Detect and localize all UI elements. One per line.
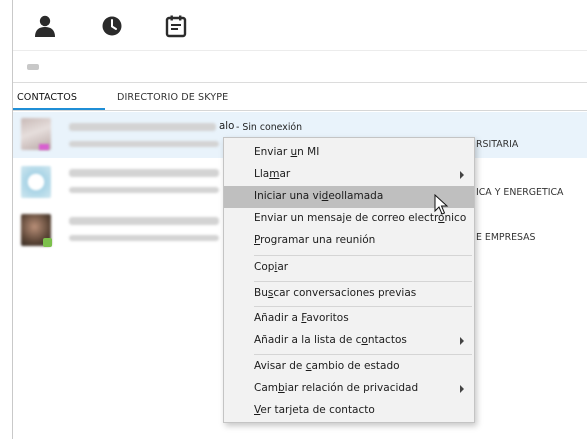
menu-item-schedule-meeting[interactable]: Programar una reunión	[224, 230, 474, 252]
active-tab-underline	[13, 108, 105, 110]
submenu-arrow-icon	[460, 171, 464, 179]
menu-item-change-privacy-relationship[interactable]: Cambiar relación de privacidad	[224, 378, 474, 400]
person-icon[interactable]	[32, 13, 58, 39]
contacts-tabs: CONTACTOS DIRECTORIO DE SKYPE	[13, 88, 587, 111]
menu-item-call[interactable]: Llamar	[224, 164, 474, 186]
presence-status-indicator	[43, 238, 52, 247]
tab-contacts[interactable]: CONTACTOS	[17, 92, 77, 103]
contact-mood-suffix: ICA Y ENERGETICA	[476, 187, 564, 198]
search-placeholder-redacted	[27, 64, 39, 70]
contact-name-suffix: alo	[219, 121, 235, 132]
menu-separator	[254, 306, 472, 307]
contact-status-text: - Sin conexión	[236, 122, 303, 133]
menu-separator	[254, 354, 472, 355]
presence-status-indicator	[39, 144, 49, 150]
contact-name-redacted	[69, 169, 219, 177]
top-navigation-bar	[13, 0, 587, 51]
contact-mood-redacted	[69, 235, 219, 241]
menu-item-status-change-alert[interactable]: Avisar de cambio de estado	[224, 356, 474, 378]
contact-mood-redacted	[69, 187, 219, 193]
menu-item-send-im[interactable]: Enviar un MI	[224, 142, 474, 164]
menu-item-copy[interactable]: Copiar	[224, 257, 474, 279]
contact-name-redacted	[69, 123, 216, 131]
contact-context-menu: Enviar un MI Llamar Iniciar una videolla…	[223, 137, 475, 423]
contact-name-redacted	[69, 217, 219, 225]
calendar-icon[interactable]	[163, 13, 189, 39]
submenu-arrow-icon	[460, 385, 464, 393]
contact-mood-suffix: RSITARIA	[476, 139, 519, 150]
contact-mood-suffix: E EMPRESAS	[476, 232, 536, 243]
avatar	[21, 166, 51, 198]
search-row[interactable]	[13, 52, 587, 83]
tab-skype-directory[interactable]: DIRECTORIO DE SKYPE	[117, 92, 228, 103]
submenu-arrow-icon	[460, 337, 464, 345]
contact-mood-redacted	[69, 141, 219, 147]
menu-separator	[254, 281, 472, 282]
menu-item-view-contact-card[interactable]: Ver tarjeta de contacto	[224, 400, 474, 422]
menu-separator	[254, 255, 472, 256]
mouse-pointer-icon	[434, 193, 450, 216]
menu-item-search-previous-conversations[interactable]: Buscar conversaciones previas	[224, 283, 474, 305]
menu-item-add-to-contact-list[interactable]: Añadir a la lista de contactos	[224, 330, 474, 352]
menu-item-add-to-favorites[interactable]: Añadir a Favoritos	[224, 308, 474, 330]
clock-icon[interactable]	[99, 13, 125, 39]
